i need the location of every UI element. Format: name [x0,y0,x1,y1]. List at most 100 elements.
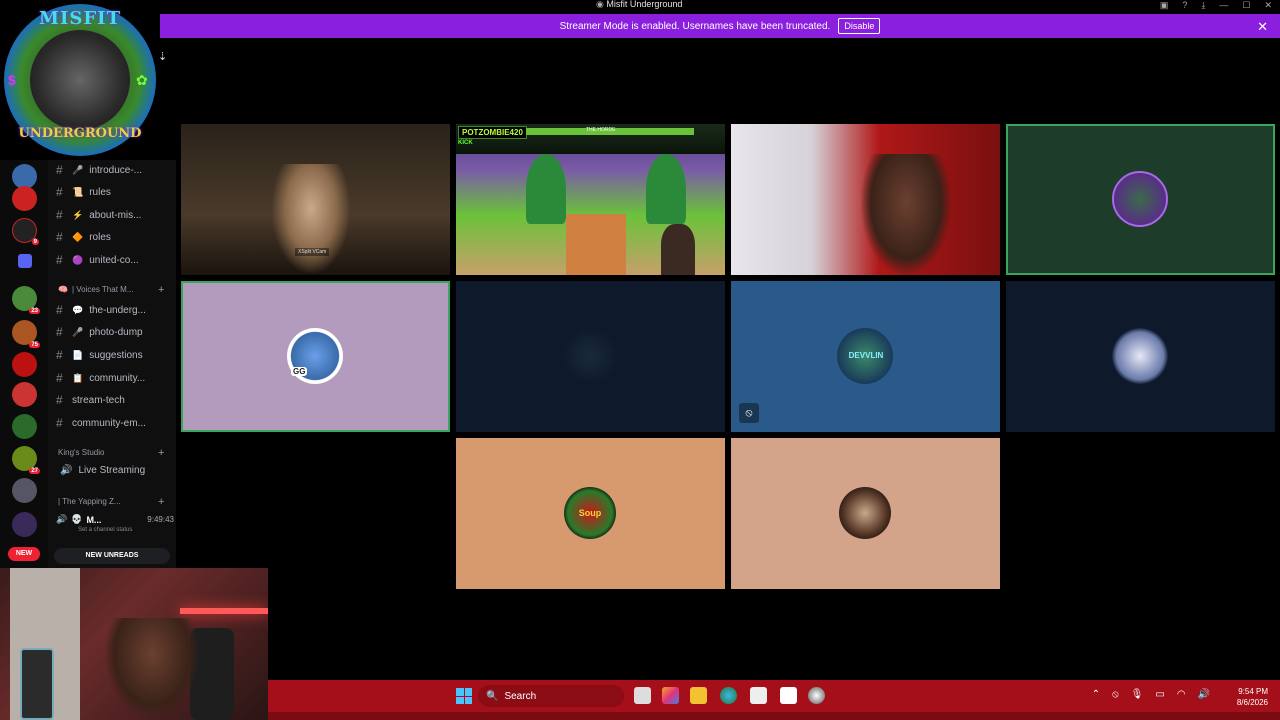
volume-icon[interactable]: 🔊 [1198,689,1210,700]
server-icon[interactable] [12,186,37,211]
server-icon[interactable] [12,512,37,537]
channel-photo-dump[interactable]: # 🎤 photo-dump [56,323,143,341]
hash-icon: # [56,325,63,339]
channel-emoji: 📄 [72,349,84,360]
cam-label: XSplit VCam [295,248,330,256]
server-list: 9 23 75 27 [0,160,48,568]
channel-emoji: 📜 [72,186,84,197]
voice-channel-live-streaming[interactable]: 🔊 Live Streaming [60,465,145,476]
plus-icon[interactable]: + [158,284,164,296]
mic-tray-icon[interactable]: 🎙 [1131,689,1144,700]
obs-icon[interactable] [808,687,825,704]
task-view-icon[interactable] [634,687,651,704]
video-tile-game-stream[interactable]: POTZOMBIE420 THE HORDE KICK [456,124,725,275]
speaker-icon: 🔊 [60,465,73,476]
taskbar-search[interactable]: 🔍 Search [478,685,624,707]
channel-label: about-mis... [89,209,142,221]
app-icon[interactable] [780,687,797,704]
server-icon[interactable] [12,382,37,407]
clock-date: 8/6/2026 [1236,698,1268,707]
channel-label: community-em... [72,417,146,429]
channel-label: stream-tech [72,394,125,406]
game-path [566,214,626,275]
channel-united[interactable]: # 🟣 united-co... [56,251,139,269]
tree [526,154,566,224]
avatar [562,328,618,384]
lamp [20,648,54,720]
channel-community-em[interactable]: # community-em... [56,414,146,432]
video-tile-avatar-couple[interactable] [731,438,1000,589]
disable-button[interactable]: Disable [838,18,881,34]
category-kings-studio[interactable]: King's Studio + [58,447,164,459]
taskbar-clock[interactable]: 9:54 PM 8/6/2026 [1237,686,1268,708]
server-icon[interactable]: 23 [12,286,40,314]
channel-stream-tech[interactable]: # stream-tech [56,391,125,409]
channel-emoji: 🔶 [72,231,84,242]
video-tile-avatar-wolf[interactable] [456,281,725,432]
new-unreads-button[interactable]: NEW UNREADS [54,548,170,564]
windows-icon[interactable] [456,688,472,704]
server-badge: 75 [29,342,40,348]
file-explorer-icon[interactable] [690,687,707,704]
server-icon[interactable]: 9 [12,218,39,245]
channel-introduce[interactable]: # 🎤 introduce-... [56,161,142,179]
server-icon[interactable] [12,478,37,503]
folder-icon[interactable] [18,254,32,268]
channel-emoji: 📋 [72,372,84,383]
video-tile-avatar-soup[interactable]: Soup [456,438,725,589]
category-label: | The Yapping Z... [58,497,121,506]
new-badge[interactable]: NEW [8,547,40,561]
title-bar: Ai Misfit Underground ▣ ? ⤓ — ☐ ✕ [0,0,1280,14]
streamer [104,618,200,720]
voice-user-row[interactable]: 🔊 💀 M... 9:49:43 Set a channel status [56,514,174,544]
server-icon[interactable]: 27 [12,446,40,474]
channel-suggestions[interactable]: # 📄 suggestions [56,346,143,364]
channel-label: the-underg... [89,304,146,316]
channel-community[interactable]: # 📋 community... [56,369,145,387]
gg-label: GG [291,367,308,376]
channel-rules[interactable]: # 📜 rules [56,183,111,201]
wifi-icon[interactable]: ◠ [1177,689,1186,700]
chevron-up-icon[interactable]: ⌃ [1092,689,1100,700]
logo-text-bottom: UNDERGROUND [18,126,142,141]
channel-about[interactable]: # ⚡ about-mis... [56,206,141,224]
video-tile-cam1[interactable]: XSplit VCam [181,124,450,275]
video-tile-avatar-speaking[interactable] [1006,124,1275,275]
channel-the-underground[interactable]: # 💬 the-underg... [56,301,146,319]
video-tile-avatar-ghost[interactable] [1006,281,1275,432]
mic-icon: 🔊 [56,514,68,524]
hash-icon: # [56,253,63,267]
plus-icon[interactable]: + [158,496,164,508]
close-window-icon[interactable]: ✕ [1264,0,1272,11]
download-icon[interactable]: ⤓ [1201,0,1205,11]
server-badge: 27 [29,468,40,474]
help-icon[interactable]: ? [1182,0,1187,11]
copilot-icon[interactable] [662,687,679,704]
channel-status[interactable]: Set a channel status [78,527,174,533]
close-icon[interactable]: ✕ [1257,19,1268,35]
video-tile-cam2[interactable] [731,124,1000,275]
category-voices[interactable]: 🧠 | Voices That M... + [58,284,164,296]
hash-icon: # [56,163,63,177]
plus-icon[interactable]: + [158,447,164,459]
window-controls: ▣ ? ⤓ — ☐ ✕ [1160,0,1272,11]
inbox-icon[interactable]: ▣ [1160,0,1169,11]
maximize-icon[interactable]: ☐ [1242,0,1250,11]
video-tile-avatar-devvlin[interactable]: DEVVLIN ⦸ [731,281,1000,432]
server-logo: MISFIT UNDERGROUND $ ✿ [0,0,160,160]
edge-icon[interactable] [720,687,737,704]
server-icon[interactable] [12,414,37,439]
minimize-icon[interactable]: — [1219,0,1228,11]
taskbar-edge [268,712,1280,720]
server-icon[interactable]: 75 [12,320,40,348]
store-icon[interactable] [750,687,767,704]
video-tile-avatar-gg[interactable]: GG [181,281,450,432]
streamer-webcam [0,568,268,720]
server-icon[interactable] [12,352,37,377]
pin-icon[interactable]: ⇣ [158,50,167,63]
category-yapping[interactable]: | The Yapping Z... + [58,496,164,508]
display-icon[interactable]: ▭ [1155,689,1164,700]
network-icon[interactable]: ⦸ [1112,689,1119,700]
channel-roles[interactable]: # 🔶 roles [56,228,111,246]
channel-emoji: 💬 [72,304,84,315]
